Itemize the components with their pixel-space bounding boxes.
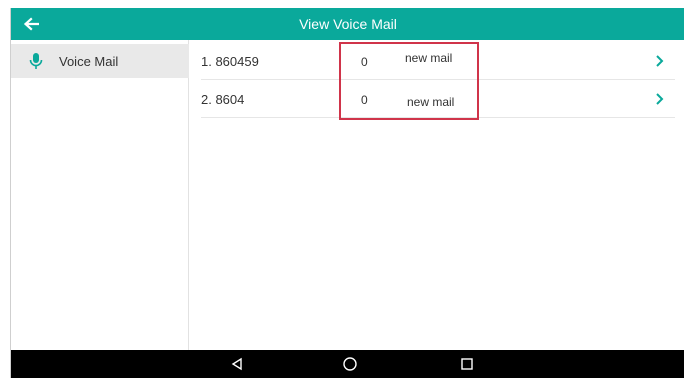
back-arrow-icon: [23, 17, 39, 31]
new-mail-label: new mail: [405, 51, 453, 65]
nav-home-button[interactable]: [338, 354, 362, 374]
voicemail-number: 1. 860459: [201, 54, 259, 69]
voicemail-row-1[interactable]: 1. 860459 0 new mail: [201, 42, 675, 80]
new-mail-count: 0: [361, 93, 368, 107]
voicemail-number: 2. 8604: [201, 92, 245, 107]
nav-recents-button[interactable]: [455, 354, 479, 374]
back-button[interactable]: [17, 12, 45, 36]
nav-back-button[interactable]: [225, 354, 249, 374]
sidebar-item-label: Voice Mail: [59, 53, 119, 69]
nav-recents-square-icon: [461, 358, 473, 370]
new-mail-count: 0: [361, 55, 368, 69]
new-mail-label: new mail: [407, 95, 455, 109]
sidebar-item-voice-mail[interactable]: Voice Mail: [11, 44, 189, 78]
chevron-right-icon: [656, 93, 664, 105]
nav-home-circle-icon: [343, 357, 357, 371]
page-title: View Voice Mail: [299, 16, 397, 32]
title-bar: View Voice Mail: [11, 8, 684, 40]
nav-back-triangle-icon: [231, 357, 242, 371]
chevron-right-icon: [656, 55, 664, 67]
sidebar: Voice Mail: [11, 40, 189, 350]
screen: View Voice Mail Voice Mail 1. 860459 0 n…: [10, 8, 684, 378]
android-nav-bar: [11, 350, 684, 378]
voicemail-row-2[interactable]: 2. 8604 0 new mail: [201, 80, 675, 118]
microphone-icon: [29, 52, 43, 70]
voicemail-list: 1. 860459 0 new mail 2. 8604 0 new mail: [189, 40, 684, 350]
